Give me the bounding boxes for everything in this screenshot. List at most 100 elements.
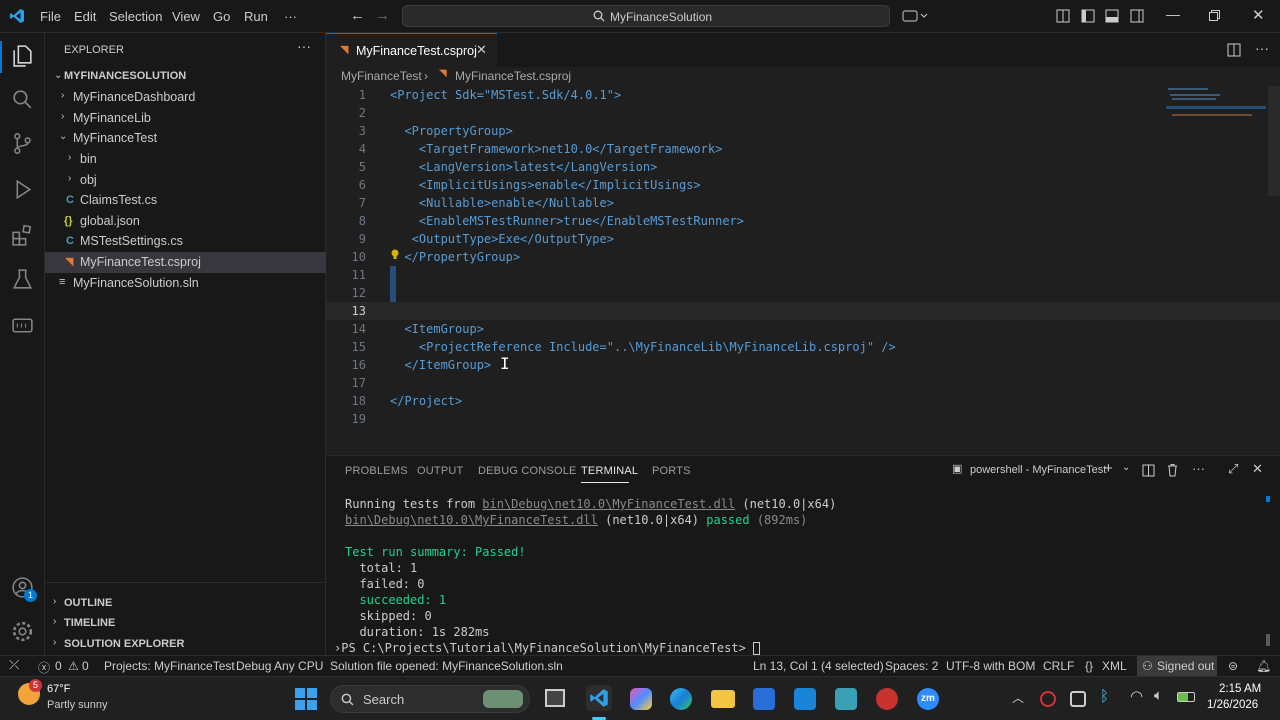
- editor-scrollbar[interactable]: [1268, 86, 1280, 196]
- encoding[interactable]: UTF-8 with BOM: [946, 659, 1035, 673]
- section-outline[interactable]: › OUTLINE: [45, 593, 326, 614]
- tree-item-mstestsettings[interactable]: C MSTestSettings.cs: [45, 231, 326, 252]
- taskbar-search[interactable]: Search: [330, 685, 530, 713]
- breadcrumb-item[interactable]: MyFinanceTest: [341, 69, 422, 83]
- store-app-icon[interactable]: [753, 688, 775, 710]
- minimize-icon[interactable]: —: [1166, 6, 1180, 22]
- outlook-icon[interactable]: [794, 688, 816, 710]
- menu-file[interactable]: File: [40, 9, 61, 24]
- chevron-down-icon[interactable]: ⌄: [1122, 462, 1130, 473]
- remote-explorer-icon[interactable]: [10, 313, 35, 338]
- toggle-secondary-sidebar-icon[interactable]: [1130, 9, 1144, 23]
- clock-date[interactable]: 1/26/2026: [1207, 699, 1258, 711]
- errors-icon[interactable]: ⓧ: [38, 659, 50, 676]
- tray-sync-icon[interactable]: [1070, 691, 1086, 707]
- menu-more[interactable]: ···: [284, 9, 297, 24]
- tree-item-claimstest[interactable]: C ClaimsTest.cs: [45, 190, 326, 211]
- tray-security-icon[interactable]: [1040, 691, 1056, 707]
- warning-icon[interactable]: ⚠: [68, 659, 79, 673]
- tree-item-myfinancelib[interactable]: › MyFinanceLib: [45, 108, 326, 129]
- tree-item-myfinancedashboard[interactable]: › MyFinanceDashboard: [45, 87, 326, 108]
- testing-icon[interactable]: [10, 267, 35, 292]
- close-window-icon[interactable]: ✕: [1252, 6, 1265, 24]
- trash-icon[interactable]: [1166, 463, 1179, 477]
- windows-start-icon[interactable]: [295, 688, 317, 710]
- tray-overflow-icon[interactable]: ︿: [1012, 689, 1024, 706]
- more-actions-icon[interactable]: ···: [297, 38, 311, 54]
- wifi-icon[interactable]: ◠: [1130, 687, 1143, 705]
- terminal-link[interactable]: bin\Debug\net10.0\MyFinanceTest.dll: [482, 497, 735, 511]
- warning-count[interactable]: 0: [82, 659, 89, 673]
- back-arrow-icon[interactable]: ←: [350, 7, 365, 24]
- tray-bluetooth-icon[interactable]: ᛒ: [1100, 688, 1109, 705]
- menu-selection[interactable]: Selection: [109, 9, 162, 24]
- command-center-search[interactable]: MyFinanceSolution: [402, 5, 890, 27]
- tab-debug-console[interactable]: DEBUG CONSOLE: [478, 465, 577, 477]
- notepad-icon[interactable]: [835, 688, 857, 710]
- restore-icon[interactable]: [1209, 10, 1220, 21]
- tree-item-solution[interactable]: ≡ MyFinanceSolution.sln: [45, 273, 326, 294]
- terminal-scrollbar[interactable]: [1266, 634, 1270, 646]
- edge-browser-icon[interactable]: [670, 688, 692, 710]
- extensions-icon[interactable]: [10, 223, 35, 248]
- tab-ports[interactable]: PORTS: [652, 465, 691, 477]
- tree-item-bin[interactable]: › bin: [45, 149, 326, 170]
- tab-output[interactable]: OUTPUT: [417, 465, 463, 477]
- tab-problems[interactable]: PROBLEMS: [345, 465, 408, 477]
- section-timeline[interactable]: › TIMELINE: [45, 613, 326, 634]
- customize-layout-icon[interactable]: [1056, 9, 1070, 23]
- tree-root[interactable]: ⌄ MYFINANCESOLUTION: [45, 66, 326, 87]
- menu-view[interactable]: View: [172, 9, 200, 24]
- tree-item-obj[interactable]: › obj: [45, 170, 326, 191]
- end-of-line[interactable]: CRLF: [1043, 659, 1074, 673]
- code-editor[interactable]: 1 <Project Sdk="MSTest.Sdk/4.0.1"> 2 3 <P…: [326, 86, 1280, 426]
- forward-arrow-icon[interactable]: →: [375, 7, 390, 24]
- zoom-app-icon[interactable]: zm: [917, 688, 939, 710]
- settings-gear-icon[interactable]: [10, 619, 35, 644]
- tab-terminal[interactable]: TERMINAL: [581, 465, 638, 477]
- toggle-sidebar-icon[interactable]: [1081, 9, 1095, 23]
- weather-temp[interactable]: 67°F: [47, 683, 70, 695]
- terminal-link[interactable]: bin\Debug\net10.0\MyFinanceTest.dll: [345, 513, 598, 527]
- weather-desc[interactable]: Partly sunny: [47, 699, 108, 711]
- battery-icon[interactable]: [1177, 692, 1195, 702]
- vscode-logo-icon[interactable]: [9, 8, 25, 24]
- tree-item-myfinancetest[interactable]: ⌄ MyFinanceTest: [45, 128, 326, 149]
- new-terminal-icon[interactable]: +: [1104, 460, 1113, 477]
- notifications-bell-icon[interactable]: 🔔︎: [1256, 659, 1271, 673]
- clock-time[interactable]: 2:15 AM: [1219, 683, 1261, 695]
- editor-more-actions-icon[interactable]: ···: [1255, 40, 1269, 56]
- explorer-icon[interactable]: [10, 43, 35, 68]
- tree-item-csproj[interactable]: ◥ MyFinanceTest.csproj: [45, 252, 326, 273]
- breadcrumb-item[interactable]: MyFinanceTest.csproj: [455, 69, 571, 83]
- account-status[interactable]: ⚇ Signed out: [1137, 656, 1217, 676]
- task-view-icon[interactable]: [545, 689, 565, 707]
- tree-item-global-json[interactable]: {} global.json: [45, 211, 326, 232]
- run-debug-icon[interactable]: [10, 177, 35, 202]
- search-activity-icon[interactable]: [10, 87, 35, 112]
- menu-run[interactable]: Run: [244, 9, 268, 24]
- indentation[interactable]: Spaces: 2: [885, 659, 938, 673]
- editor-tab-active[interactable]: ◥ MyFinanceTest.csproj ✕: [326, 33, 497, 67]
- split-editor-icon[interactable]: [1227, 43, 1241, 57]
- minimap[interactable]: [1166, 86, 1266, 126]
- copilot-status-icon[interactable]: ⊜: [1228, 659, 1238, 673]
- remote-indicator-icon[interactable]: ⤫: [9, 657, 19, 673]
- build-config[interactable]: Debug Any CPU: [236, 659, 323, 673]
- copilot-app-icon[interactable]: [630, 688, 652, 710]
- split-terminal-icon[interactable]: [1142, 464, 1155, 477]
- terminal-selector[interactable]: powershell - MyFinanceTest: [970, 464, 1106, 476]
- section-solution-explorer[interactable]: › SOLUTION EXPLORER: [45, 634, 326, 655]
- error-count[interactable]: 0: [55, 659, 62, 673]
- volume-icon[interactable]: 🔈︎: [1154, 687, 1163, 704]
- close-panel-icon[interactable]: ✕: [1252, 461, 1263, 477]
- panel-more-icon[interactable]: ···: [1192, 461, 1205, 476]
- copilot-icon[interactable]: [902, 9, 930, 23]
- menu-go[interactable]: Go: [213, 9, 230, 24]
- projects-status[interactable]: Projects: MyFinanceTest: [104, 659, 235, 673]
- powerpoint-icon[interactable]: [876, 688, 898, 710]
- cursor-position[interactable]: Ln 13, Col 1 (4 selected): [753, 659, 884, 673]
- terminal-output[interactable]: Running tests from bin\Debug\net10.0\MyF…: [326, 496, 1266, 655]
- menu-edit[interactable]: Edit: [74, 9, 96, 24]
- toggle-panel-icon[interactable]: [1105, 9, 1119, 23]
